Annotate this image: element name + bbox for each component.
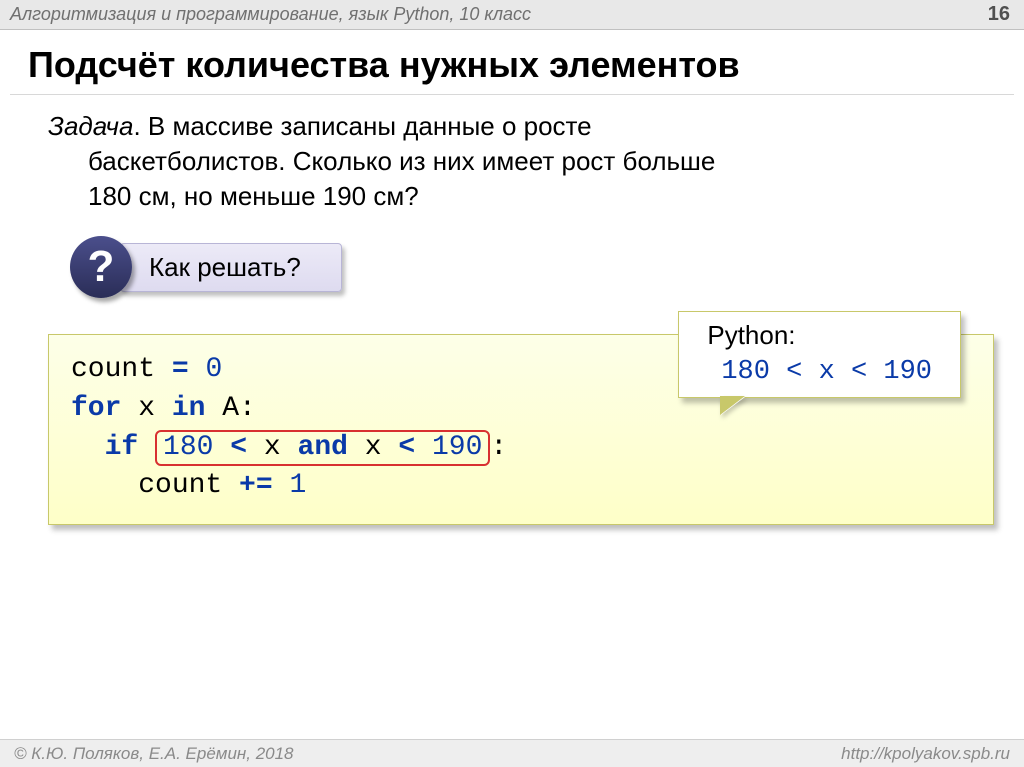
- code-token: x: [264, 432, 281, 463]
- callout-label: Python:: [707, 320, 795, 350]
- callout-arrow-icon: [721, 397, 745, 415]
- task-line2: баскетболистов. Сколько из них имеет рос…: [48, 144, 976, 179]
- code-token: in: [172, 393, 206, 424]
- code-token: x: [365, 432, 382, 463]
- code-token: =: [172, 354, 189, 385]
- code-token: x: [121, 393, 171, 424]
- code-token: 0: [205, 354, 222, 385]
- code-token: and: [298, 432, 348, 463]
- footer-bar: © К.Ю. Поляков, Е.А. Ерёмин, 2018 http:/…: [0, 739, 1024, 767]
- page-number: 16: [988, 3, 1010, 26]
- page-title: Подсчёт количества нужных элементов: [0, 30, 1024, 94]
- copyright: © К.Ю. Поляков, Е.А. Ерёмин, 2018: [14, 744, 294, 764]
- code-token: <: [398, 432, 415, 463]
- code-token: +=: [239, 470, 273, 501]
- task-label: Задача: [48, 111, 133, 141]
- hint-text: Как решать?: [120, 243, 342, 292]
- hint: ? Как решать?: [70, 236, 1024, 298]
- code-token: A:: [205, 393, 255, 424]
- code-token: if: [105, 432, 139, 463]
- code-token: 180: [163, 432, 213, 463]
- header-bar: Алгоритмизация и программирование, язык …: [0, 0, 1024, 30]
- code-token: <: [230, 432, 247, 463]
- code-token: 190: [432, 432, 482, 463]
- task-text: Задача. В массиве записаны данные о рост…: [0, 109, 1024, 214]
- code-line-3: if 180 < x and x < 190:: [71, 429, 971, 468]
- breadcrumb: Алгоритмизация и программирование, язык …: [10, 4, 531, 25]
- title-divider: [10, 94, 1014, 95]
- code-block: Python: 180 < x < 190 count = 0 for x in…: [48, 334, 994, 525]
- question-icon: ?: [70, 236, 132, 298]
- task-line3: 180 см, но меньше 190 см?: [48, 179, 976, 214]
- task-line1: . В массиве записаны данные о росте: [133, 111, 591, 141]
- code-token: 1: [289, 470, 306, 501]
- code-token: count: [71, 470, 222, 501]
- callout-expr: 180 < x < 190: [707, 354, 932, 391]
- code-indent: [71, 432, 105, 463]
- callout: Python: 180 < x < 190: [678, 311, 961, 398]
- code-token: :: [490, 432, 507, 463]
- source-url: http://kpolyakov.spb.ru: [841, 744, 1010, 764]
- condition-highlight: 180 < x and x < 190: [155, 430, 490, 466]
- code-token: count: [71, 354, 155, 385]
- code-line-4: count += 1: [71, 467, 971, 506]
- code-token: for: [71, 393, 121, 424]
